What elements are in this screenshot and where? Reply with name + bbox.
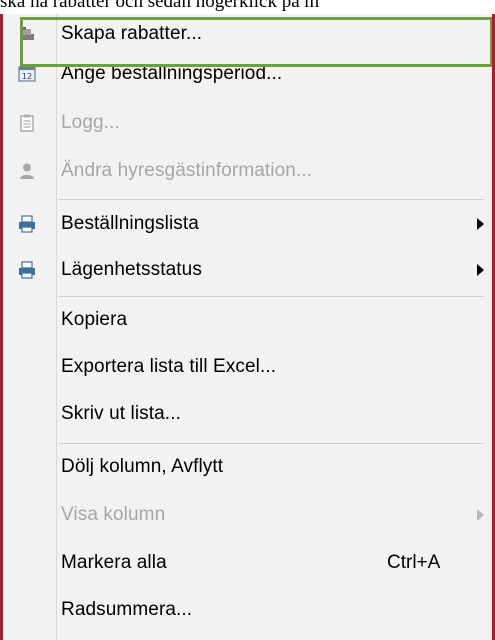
menu-separator <box>59 443 484 444</box>
menu-item-shortcut: Ctrl+A <box>387 552 441 573</box>
menu-item-label: Skriv ut lista... <box>61 403 181 424</box>
printer-icon <box>17 260 37 280</box>
menu-item-label: Markera alla <box>61 552 167 573</box>
menu-item-label: Radsummera... <box>61 599 193 620</box>
menu-item-kopiera[interactable]: Kopiera <box>3 300 492 340</box>
menu-item-ange-bestallningsperiod[interactable]: 12 Ange beställningsperiod... <box>3 54 492 94</box>
menu-separator <box>59 296 484 297</box>
menu-item-visa-kolumn[interactable]: Visa kolumn <box>3 495 492 535</box>
menu-item-logg[interactable]: Logg... <box>3 103 492 143</box>
submenu-arrow-icon <box>477 218 484 230</box>
menu-item-lagenhetsstatus[interactable]: Lägenhetsstatus <box>3 250 492 290</box>
calendar-icon: 12 <box>17 64 37 84</box>
menu-item-skriv-ut-lista[interactable]: Skriv ut lista... <box>3 394 492 434</box>
user-icon <box>17 161 37 181</box>
menu-item-label: Lägenhetsstatus <box>61 259 202 280</box>
menu-item-skapa-rabatter[interactable]: Skapa rabatter... <box>3 14 492 54</box>
menu-separator <box>59 199 484 200</box>
menu-item-label: Dölj kolumn, Avflytt <box>61 456 224 477</box>
menu-item-label: Ange beställningsperiod... <box>61 63 283 84</box>
menu-item-bestallningslista[interactable]: Beställningslista <box>3 204 492 244</box>
menu-item-radsummera[interactable]: Radsummera... <box>3 590 492 630</box>
menu-item-label: Logg... <box>61 112 120 133</box>
log-icon <box>17 113 37 133</box>
menu-item-dolj-kolumn[interactable]: Dölj kolumn, Avflytt <box>3 447 492 487</box>
context-menu: Skapa rabatter... 12 Ange beställningspe… <box>0 14 495 640</box>
printer-icon <box>17 214 37 234</box>
menu-item-markera-alla[interactable]: Markera alla Ctrl+A <box>3 543 492 583</box>
background-document-text: ska ha rabatter och sedan högerklick på … <box>0 0 495 14</box>
menu-item-andra-hyresgastinformation[interactable]: Ändra hyresgästinformation... <box>3 151 492 191</box>
submenu-arrow-icon <box>477 509 484 521</box>
svg-text:12: 12 <box>22 72 32 81</box>
discount-icon <box>17 24 37 44</box>
menu-item-exportera-lista-till-excel[interactable]: Exportera lista till Excel... <box>3 347 492 387</box>
background-document-line: ska ha rabatter och sedan högerklick på … <box>0 0 320 12</box>
menu-item-label: Beställningslista <box>61 213 199 234</box>
menu-item-label: Skapa rabatter... <box>61 23 203 44</box>
menu-item-label: Exportera lista till Excel... <box>61 356 277 377</box>
menu-item-label: Kopiera <box>61 309 128 330</box>
submenu-arrow-icon <box>477 264 484 276</box>
menu-item-label: Visa kolumn <box>61 504 166 525</box>
menu-item-label: Ändra hyresgästinformation... <box>61 160 313 181</box>
